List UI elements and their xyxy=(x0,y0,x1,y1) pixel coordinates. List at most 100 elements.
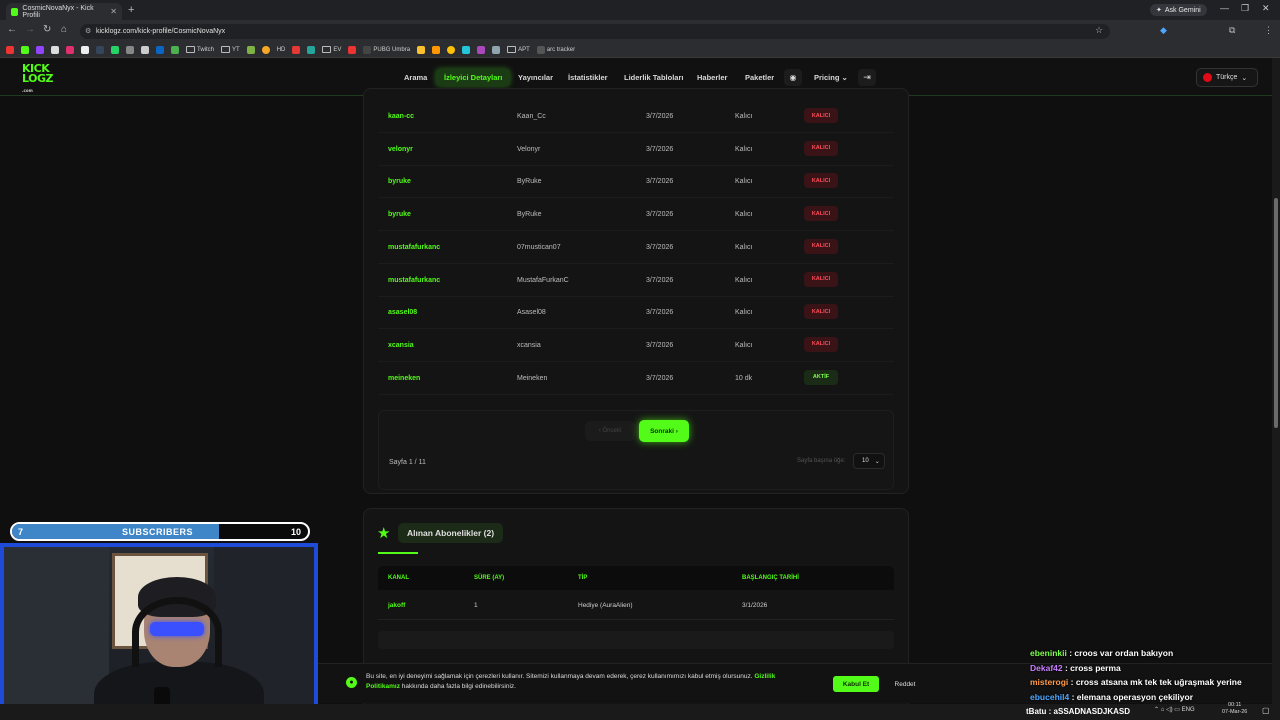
display-name-cell: Meineken xyxy=(517,374,548,382)
close-tab-icon[interactable]: ✕ xyxy=(110,7,117,16)
browser-tab[interactable]: CosmicNovaNyx - Kick Profili ✕ xyxy=(6,3,122,20)
bookmark-icon[interactable] xyxy=(246,45,255,54)
bookmark-icon[interactable] xyxy=(126,45,134,54)
site-info-icon[interactable]: ⚙ xyxy=(85,27,91,35)
language-selector[interactable]: Türkçe ⌄ xyxy=(1196,68,1258,87)
accept-cookies-button[interactable]: Kabul Et xyxy=(833,676,879,692)
minimize-icon[interactable]: — xyxy=(1220,3,1229,13)
bookmark-folder-yt[interactable]: YT xyxy=(221,46,240,53)
url-bar[interactable]: ⚙ kicklogz.com/kick-profile/CosmicNovaNy… xyxy=(80,24,1110,39)
webcam-overlay xyxy=(0,543,318,720)
close-window-icon[interactable]: ✕ xyxy=(1262,3,1270,14)
nav-yayincilar[interactable]: Yayıncılar xyxy=(510,69,561,86)
login-icon[interactable]: ⇥ xyxy=(858,69,876,86)
discord-icon[interactable]: ◉ xyxy=(784,69,802,86)
type-cell: Hediye (AuraAlien) xyxy=(578,602,633,609)
forward-icon[interactable]: → xyxy=(25,24,35,35)
user-link[interactable]: mustafafurkanc xyxy=(388,244,440,251)
glasses xyxy=(150,622,204,636)
display-name-cell: ByRuke xyxy=(517,178,542,186)
bookmark-icon xyxy=(536,45,545,54)
scrollbar-thumb[interactable] xyxy=(1274,198,1278,428)
extensions-menu-icon[interactable]: ⧉ xyxy=(1229,25,1235,36)
nav-paketler[interactable]: Paketler xyxy=(737,69,782,86)
user-link[interactable]: byruke xyxy=(388,178,411,185)
extension-icon[interactable]: ◆ xyxy=(1160,25,1167,36)
status-badge: KALICI xyxy=(804,271,838,287)
instagram-bookmark-icon[interactable] xyxy=(66,45,74,54)
nav-haberler[interactable]: Haberler xyxy=(689,69,735,86)
nav-pricing[interactable]: Pricing ⌄ xyxy=(806,69,856,86)
tumblr-bookmark-icon[interactable] xyxy=(96,45,104,54)
restore-icon[interactable]: ❐ xyxy=(1241,3,1249,14)
new-tab-button[interactable]: + xyxy=(128,4,134,16)
bookmark-icon[interactable] xyxy=(171,45,179,54)
kick-bookmark-icon[interactable] xyxy=(21,45,29,54)
bookmark-pubg[interactable]: PUBG Umbra xyxy=(363,45,410,54)
browser-tab-bar: CosmicNovaNyx - Kick Profili ✕ + ✦ Ask Ge… xyxy=(0,0,1280,20)
bookmark-folder-ev[interactable]: EV xyxy=(322,46,341,53)
user-link[interactable]: kaan-cc xyxy=(388,113,414,120)
x-bookmark-icon[interactable] xyxy=(81,45,89,54)
back-icon[interactable]: ← xyxy=(7,24,17,35)
whatsapp-bookmark-icon[interactable] xyxy=(111,45,119,54)
kick-favicon-icon xyxy=(11,7,19,16)
subscriber-label: SUBSCRIBERS xyxy=(122,527,194,537)
bookmark-icon[interactable] xyxy=(432,45,441,54)
next-page-button[interactable]: Sonraki › xyxy=(639,420,689,442)
nav-arama[interactable]: Arama xyxy=(396,69,435,86)
page-scrollbar[interactable] xyxy=(1272,58,1280,720)
ask-gemini-button[interactable]: ✦ Ask Gemini xyxy=(1150,4,1207,16)
bookmark-icon[interactable] xyxy=(307,45,316,54)
nav-liderlik-tablolari[interactable]: Liderlik Tabloları xyxy=(616,69,691,86)
user-link[interactable]: xcansia xyxy=(388,342,414,349)
nav-izleyici-detaylari[interactable]: İzleyici Detayları xyxy=(436,69,511,86)
chat-message: ebucehil4 : elemana operasyon çekiliyor xyxy=(1030,692,1193,702)
user-link[interactable]: byruke xyxy=(388,211,411,218)
user-link[interactable]: mustafafurkanc xyxy=(388,277,440,284)
bookmark-star-icon[interactable]: ☆ xyxy=(1095,25,1103,36)
chat-message: misterogi : cross atsana mk tek tek uğra… xyxy=(1030,677,1242,687)
nav-istatistikler[interactable]: İstatistikler xyxy=(560,69,616,86)
previous-page-button[interactable]: ‹ Önceki xyxy=(585,421,635,441)
bookmark-icon[interactable] xyxy=(51,45,59,54)
home-icon[interactable]: ⌂ xyxy=(61,24,67,35)
linkedin-bookmark-icon[interactable] xyxy=(156,45,164,54)
youtube-bookmark-icon[interactable] xyxy=(6,45,14,54)
bookmark-arc-tracker[interactable]: arc tracker xyxy=(536,45,575,54)
bookmark-icon[interactable] xyxy=(141,45,149,54)
bookmark-folder-apt[interactable]: APT xyxy=(507,46,530,53)
youtube-bookmark-icon[interactable] xyxy=(348,45,357,54)
system-clock[interactable]: 00:11 07-Mar-26 xyxy=(1222,702,1247,716)
bookmark-folder-twitch[interactable]: Twitch xyxy=(186,46,214,53)
bookmark-icon[interactable] xyxy=(292,45,301,54)
bookmark-icon[interactable] xyxy=(261,45,270,54)
subscriptions-table-header: KANAL SÜRE (AY) TİP BAŞLANGIÇ TARİHİ xyxy=(378,566,894,590)
twitch-bookmark-icon[interactable] xyxy=(36,45,44,54)
bookmark-icon[interactable] xyxy=(462,45,471,54)
system-tray[interactable]: ⌃ ⌂ ◁) ▭ ENG xyxy=(1154,706,1195,713)
kicklogz-logo[interactable]: KICK LOGZ .com xyxy=(22,63,66,93)
folder-icon xyxy=(186,46,195,53)
sparkle-icon: ✦ xyxy=(1156,7,1162,14)
status-badge: AKTİF xyxy=(804,369,838,385)
display-name-cell: ByRuke xyxy=(517,211,542,219)
trophy-icon[interactable] xyxy=(417,45,426,54)
user-link[interactable]: asasel08 xyxy=(388,309,417,316)
more-menu-icon[interactable]: ⋮ xyxy=(1264,25,1273,36)
user-link[interactable]: velonyr xyxy=(388,146,413,153)
notification-icon[interactable]: ▢ xyxy=(1262,706,1270,715)
reload-icon[interactable]: ↻ xyxy=(43,24,51,35)
user-link[interactable]: meineken xyxy=(388,375,420,382)
star-icon: ★ xyxy=(377,525,391,542)
channel-link[interactable]: jakoff xyxy=(388,602,405,609)
bookmark-icon[interactable] xyxy=(492,45,501,54)
bookmark-hd[interactable]: HD xyxy=(277,47,286,53)
bookmark-icon[interactable] xyxy=(447,45,456,54)
reject-cookies-button[interactable]: Reddet xyxy=(886,676,924,692)
bookmark-icon[interactable] xyxy=(477,45,486,54)
per-page-select[interactable]: 10 ⌄ xyxy=(853,453,885,469)
chat-message: ebeninkii : croos var ordan bakıyon xyxy=(1030,648,1173,658)
display-name-cell: xcansia xyxy=(517,341,541,349)
chat-username: Dekaf42 xyxy=(1030,662,1063,673)
